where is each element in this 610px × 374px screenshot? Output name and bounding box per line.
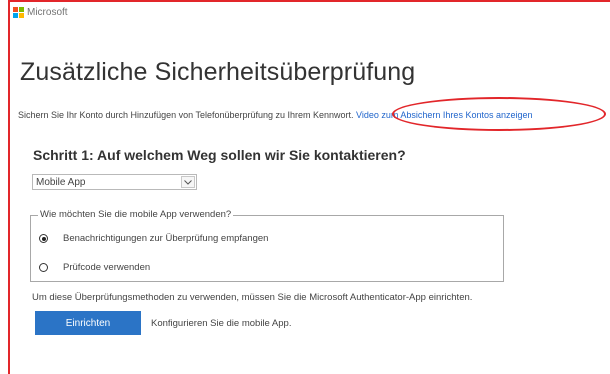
radio-label: Benachrichtigungen zur Überprüfung empfa…	[63, 233, 269, 244]
radio-button-unchecked[interactable]	[39, 263, 48, 272]
annotation-frame-top	[8, 0, 610, 2]
setup-hint: Konfigurieren Sie die mobile App.	[151, 318, 292, 329]
app-usage-legend: Wie möchten Sie die mobile App verwenden…	[38, 209, 234, 220]
chevron-down-icon[interactable]	[181, 176, 195, 188]
video-link[interactable]: Video zum Absichern Ihres Kontos anzeige…	[356, 110, 532, 120]
radio-button-checked[interactable]	[39, 234, 48, 243]
intro-text: Sichern Sie Ihr Konto durch Hinzufügen v…	[18, 110, 533, 120]
annotation-frame-left	[8, 0, 10, 374]
brand-name: Microsoft	[27, 6, 68, 18]
setup-info-text: Um diese Überprüfungsmethoden zu verwend…	[32, 292, 473, 303]
step-heading: Schritt 1: Auf welchem Weg sollen wir Si…	[33, 147, 406, 163]
radio-label: Prüfcode verwenden	[63, 262, 151, 273]
setup-button[interactable]: Einrichten	[35, 311, 141, 335]
microsoft-brand: Microsoft	[13, 5, 68, 19]
page-title: Zusätzliche Sicherheitsüberprüfung	[20, 58, 416, 86]
contact-method-select[interactable]: Mobile App	[32, 174, 197, 190]
microsoft-logo-icon	[13, 6, 24, 18]
radio-option-notifications[interactable]: Benachrichtigungen zur Überprüfung empfa…	[39, 233, 268, 244]
intro-description: Sichern Sie Ihr Konto durch Hinzufügen v…	[18, 110, 357, 120]
radio-option-verification-code[interactable]: Prüfcode verwenden	[39, 262, 150, 273]
contact-method-value: Mobile App	[36, 176, 86, 188]
